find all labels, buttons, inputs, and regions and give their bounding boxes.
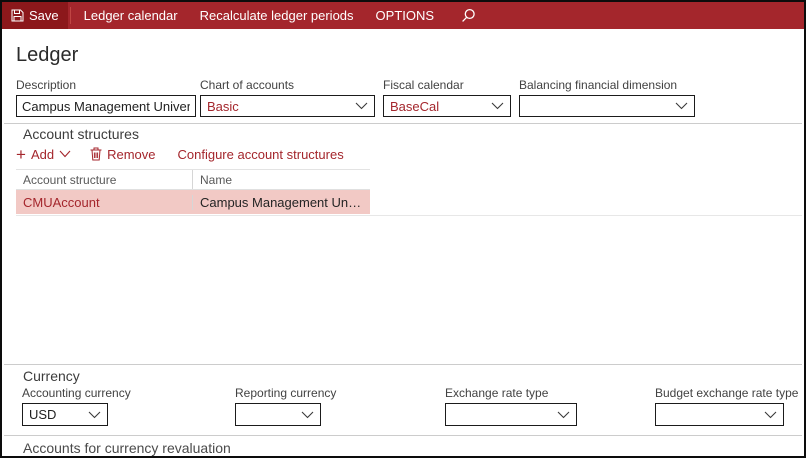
menu-options[interactable]: OPTIONS <box>365 2 446 29</box>
chevron-down-icon <box>59 150 71 158</box>
chevron-down-icon <box>301 411 314 419</box>
command-bar-divider <box>70 7 71 24</box>
accounting-currency-label: Accounting currency <box>22 386 108 400</box>
account-structures-grid: Account structure Name CMUAccount Campus… <box>16 169 370 214</box>
budget-exchange-rate-type-label: Budget exchange rate type <box>655 386 784 400</box>
section-divider <box>4 435 802 436</box>
chevron-down-icon <box>675 102 688 110</box>
trash-icon <box>90 147 102 161</box>
remove-button[interactable]: Remove <box>90 147 155 162</box>
add-button[interactable]: + Add <box>16 147 71 162</box>
save-label: Save <box>29 8 59 23</box>
section-divider <box>4 364 802 365</box>
fiscal-calendar-select[interactable]: BaseCal <box>383 95 511 117</box>
save-button[interactable]: Save <box>2 2 68 29</box>
exchange-rate-type-label: Exchange rate type <box>445 386 577 400</box>
grid-header-row: Account structure Name <box>16 169 370 190</box>
chart-of-accounts-select[interactable]: Basic <box>200 95 375 117</box>
search-button[interactable] <box>451 2 486 29</box>
description-input[interactable] <box>16 95 196 117</box>
menu-ledger-calendar[interactable]: Ledger calendar <box>73 2 189 29</box>
balancing-financial-dimension-select[interactable] <box>519 95 695 117</box>
balancing-financial-dimension-label: Balancing financial dimension <box>519 78 695 92</box>
cell-account-structure[interactable]: CMUAccount <box>16 195 192 210</box>
account-structures-header: Account structures <box>23 126 139 142</box>
grid-row-separator <box>16 215 802 216</box>
chevron-down-icon <box>88 411 101 419</box>
fiscal-calendar-value: BaseCal <box>390 99 491 114</box>
budget-exchange-rate-type-select[interactable] <box>655 403 784 426</box>
currency-header: Currency <box>23 368 80 384</box>
plus-icon: + <box>16 148 26 161</box>
menu-recalculate-ledger-periods[interactable]: Recalculate ledger periods <box>189 2 365 29</box>
chart-of-accounts-value: Basic <box>207 99 355 114</box>
floppy-disk-icon <box>11 9 24 22</box>
fiscal-calendar-label: Fiscal calendar <box>383 78 511 92</box>
exchange-rate-type-select[interactable] <box>445 403 577 426</box>
reporting-currency-select[interactable] <box>235 403 321 426</box>
magnifier-icon <box>461 8 476 23</box>
chevron-down-icon <box>355 102 368 110</box>
reporting-currency-label: Reporting currency <box>235 386 321 400</box>
column-header-name[interactable]: Name <box>192 170 370 189</box>
chevron-down-icon <box>764 411 777 419</box>
section-divider <box>4 123 802 124</box>
column-header-account-structure[interactable]: Account structure <box>16 170 192 189</box>
accounting-currency-select[interactable]: USD <box>22 403 108 426</box>
chevron-down-icon <box>491 102 504 110</box>
description-label: Description <box>16 78 196 92</box>
ledger-page: Ledger Description Chart of accounts Bas… <box>4 31 802 454</box>
configure-account-structures-link[interactable]: Configure account structures <box>178 147 344 162</box>
cell-name: Campus Management Univer... <box>192 195 370 210</box>
add-label: Add <box>31 147 54 162</box>
accounts-for-currency-revaluation-header[interactable]: Accounts for currency revaluation <box>23 440 231 456</box>
account-structures-toolbar: + Add Remove Configure account structure… <box>16 144 344 164</box>
app-window: Save Ledger calendar Recalculate ledger … <box>0 0 806 458</box>
chart-of-accounts-label: Chart of accounts <box>200 78 375 92</box>
command-bar: Save Ledger calendar Recalculate ledger … <box>2 2 804 29</box>
chevron-down-icon <box>557 411 570 419</box>
remove-label: Remove <box>107 147 155 162</box>
page-title: Ledger <box>16 44 78 67</box>
accounting-currency-value: USD <box>29 407 88 422</box>
table-row[interactable]: CMUAccount Campus Management Univer... <box>16 190 370 214</box>
